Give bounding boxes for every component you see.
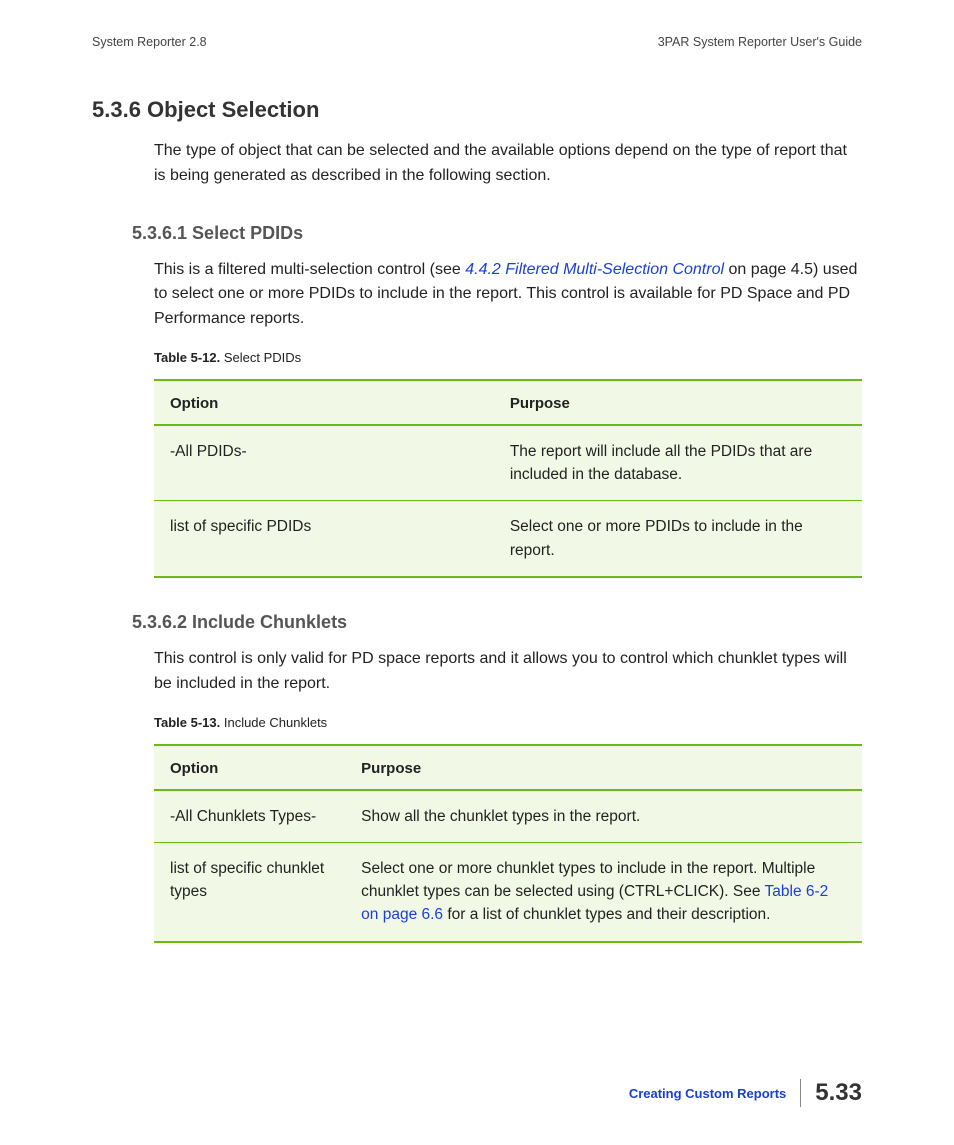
table-row: list of specific chunklet types Select o…	[154, 842, 862, 941]
page-footer: Creating Custom Reports 5.33	[629, 1079, 862, 1107]
table-row: -All PDIDs- The report will include all …	[154, 425, 862, 501]
table-include-chunklets: Option Purpose -All Chunklets Types- Sho…	[154, 744, 862, 943]
cell-purpose: Select one or more chunklet types to inc…	[345, 842, 862, 941]
section-intro: The type of object that can be selected …	[154, 139, 862, 189]
cell-purpose: The report will include all the PDIDs th…	[494, 425, 862, 501]
crossref-link[interactable]: 4.4.2 Filtered Multi-Selection Control	[465, 261, 724, 278]
cell-option: -All Chunklets Types-	[154, 790, 345, 843]
table-header-option: Option	[154, 380, 494, 425]
subsection-1-heading: 5.3.6.1 Select PDIDs	[132, 223, 862, 244]
cell-purpose: Show all the chunklet types in the repor…	[345, 790, 862, 843]
caption-text: Select PDIDs	[220, 350, 301, 365]
cell-option: -All PDIDs-	[154, 425, 494, 501]
cell-purpose: Select one or more PDIDs to include in t…	[494, 501, 862, 577]
footer-divider	[800, 1079, 801, 1107]
table-header-purpose: Purpose	[345, 745, 862, 790]
page-number: 5.33	[815, 1079, 862, 1107]
table-caption: Table 5-13. Include Chunklets	[154, 715, 862, 730]
table-caption: Table 5-12. Select PDIDs	[154, 350, 862, 365]
cell-option: list of specific PDIDs	[154, 501, 494, 577]
text-fragment: for a list of chunklet types and their d…	[443, 906, 770, 923]
header-right: 3PAR System Reporter User's Guide	[658, 35, 862, 49]
table-row: -All Chunklets Types- Show all the chunk…	[154, 790, 862, 843]
table-select-pdids: Option Purpose -All PDIDs- The report wi…	[154, 379, 862, 578]
section-heading: 5.3.6 Object Selection	[92, 97, 862, 123]
subsection-1-para: This is a filtered multi-selection contr…	[154, 258, 862, 332]
table-header-option: Option	[154, 745, 345, 790]
table-row: list of specific PDIDs Select one or mor…	[154, 501, 862, 577]
subsection-2-heading: 5.3.6.2 Include Chunklets	[132, 612, 862, 633]
footer-chapter: Creating Custom Reports	[629, 1086, 786, 1101]
cell-option: list of specific chunklet types	[154, 842, 345, 941]
caption-text: Include Chunklets	[220, 715, 327, 730]
table-header-purpose: Purpose	[494, 380, 862, 425]
header-left: System Reporter 2.8	[92, 35, 207, 49]
caption-label: Table 5-12.	[154, 350, 220, 365]
text-fragment: Select one or more chunklet types to inc…	[361, 860, 815, 900]
subsection-2-para: This control is only valid for PD space …	[154, 647, 862, 697]
text-fragment: This is a filtered multi-selection contr…	[154, 261, 465, 278]
caption-label: Table 5-13.	[154, 715, 220, 730]
